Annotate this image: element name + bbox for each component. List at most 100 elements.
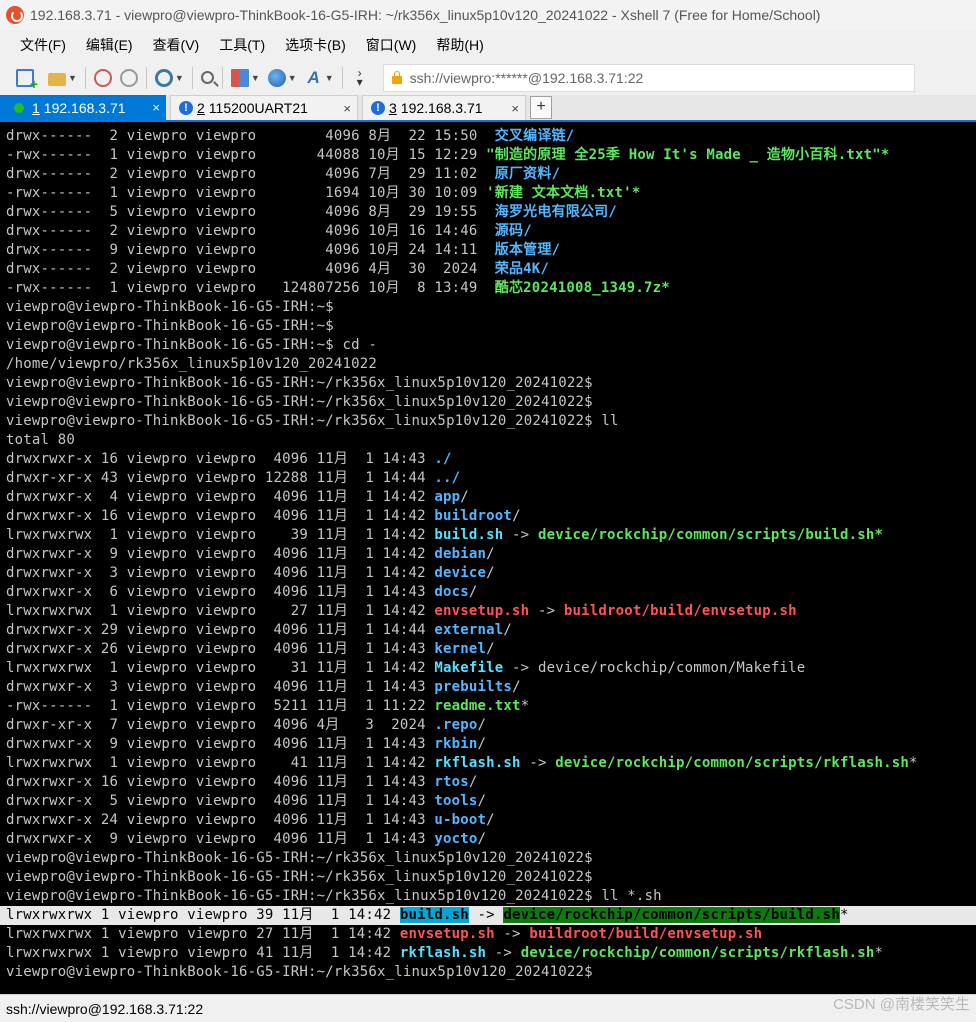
globe-icon: [267, 68, 286, 87]
new-session-button[interactable]: [16, 66, 38, 91]
tab-number: 2: [197, 100, 205, 116]
terminal-line: drwx------ 2 viewpro viewpro 4096 4月 30 …: [6, 261, 550, 277]
terminal-line: lrwxrwxrwx 1 viewpro viewpro 27 11月 1 14…: [6, 926, 763, 942]
terminal-line: drwxrwxr-x 5 viewpro viewpro 4096 11月 1 …: [6, 793, 487, 809]
terminal-line: drwxrwxr-x 24 viewpro viewpro 4096 11月 1…: [6, 812, 495, 828]
terminal-line: drwxrwxr-x 16 viewpro viewpro 4096 11月 1…: [6, 508, 521, 524]
menu-window[interactable]: 窗口(W): [358, 35, 425, 55]
terminal-line: viewpro@viewpro-ThinkBook-16-G5-IRH:~$: [6, 299, 334, 315]
warning-icon: !: [179, 101, 193, 115]
search-icon: [200, 71, 214, 84]
terminal-line: lrwxrwxrwx 1 viewpro viewpro 41 11月 1 14…: [6, 755, 918, 771]
xshell-app-icon: [6, 6, 24, 24]
terminal-line: drwxrwxr-x 9 viewpro viewpro 4096 11月 1 …: [6, 831, 487, 847]
chevron-down-icon: ▼: [174, 72, 184, 83]
menu-tools[interactable]: 工具(T): [211, 35, 273, 55]
terminal-line: lrwxrwxrwx 1 viewpro viewpro 39 11月 1 14…: [6, 527, 884, 543]
terminal-line: viewpro@viewpro-ThinkBook-16-G5-IRH:~/rk…: [6, 888, 662, 904]
terminal-line: drwxrwxr-x 9 viewpro viewpro 4096 11月 1 …: [6, 736, 487, 752]
tab-session-1[interactable]: 1 192.168.3.71 ×: [0, 95, 166, 120]
terminal-line: viewpro@viewpro-ThinkBook-16-G5-IRH:~/rk…: [6, 869, 593, 885]
toolbar-divider: [221, 66, 223, 89]
status-connection-text: ssh://viewpro@192.168.3.71:22: [6, 1000, 204, 1017]
tab-label: 192.168.3.71: [400, 100, 483, 116]
lock-icon: [391, 70, 402, 84]
toolbar: ▼ ▼ ▼ ▼ A▼ ›▾ ssh://viewpro:******@192.1…: [0, 60, 976, 95]
warning-icon: !: [371, 101, 385, 115]
terminal-line: drwxr-xr-x 43 viewpro viewpro 12288 11月 …: [6, 470, 461, 486]
close-icon[interactable]: ×: [511, 101, 519, 116]
terminal-line: drwxrwxr-x 3 viewpro viewpro 4096 11月 1 …: [6, 679, 521, 695]
tab-session-3[interactable]: ! 3 192.168.3.71 ×: [362, 95, 526, 120]
status-bar: ssh://viewpro@192.168.3.71:22: [0, 994, 976, 1022]
toolbar-divider: [191, 66, 193, 89]
terminal-line: viewpro@viewpro-ThinkBook-16-G5-IRH:~/rk…: [6, 413, 619, 429]
terminal-line: viewpro@viewpro-ThinkBook-16-G5-IRH:~$: [6, 318, 334, 334]
terminal-line: viewpro@viewpro-ThinkBook-16-G5-IRH:~/rk…: [6, 964, 593, 980]
terminal-line: lrwxrwxrwx 1 viewpro viewpro 31 11月 1 14…: [6, 660, 806, 676]
menu-edit[interactable]: 编辑(E): [78, 35, 141, 55]
properties-button[interactable]: ▼: [154, 66, 184, 90]
font-button[interactable]: A ▼: [305, 66, 334, 90]
menu-help[interactable]: 帮助(H): [428, 35, 491, 55]
terminal-line: drwxrwxr-x 16 viewpro viewpro 4096 11月 1…: [6, 774, 478, 790]
tab-label: 115200UART21: [208, 100, 308, 116]
terminal-line: drwx------ 2 viewpro viewpro 4096 8月 22 …: [6, 128, 575, 144]
chevron-down-icon: ▼: [68, 72, 77, 83]
menu-tabs[interactable]: 选项卡(B): [277, 35, 354, 55]
chevron-down-icon: ▼: [287, 72, 297, 83]
window-title: 192.168.3.71 - viewpro@viewpro-ThinkBook…: [30, 7, 821, 23]
connected-status-icon: [14, 102, 24, 113]
tab-bar: 1 192.168.3.71 × ! 2 115200UART21 × ! 3 …: [0, 95, 976, 122]
title-bar: 192.168.3.71 - viewpro@viewpro-ThinkBook…: [0, 0, 976, 30]
menu-bar: 文件(F) 编辑(E) 查看(V) 工具(T) 选项卡(B) 窗口(W) 帮助(…: [0, 30, 976, 60]
terminal-line: drwxrwxr-x 4 viewpro viewpro 4096 11月 1 …: [6, 489, 469, 505]
terminal-line-selected: lrwxrwxrwx 1 viewpro viewpro 39 11月 1 14…: [6, 907, 849, 923]
address-bar[interactable]: ssh://viewpro:******@192.168.3.71:22: [382, 63, 915, 92]
open-folder-button[interactable]: ▼: [48, 66, 77, 90]
terminal-line: drwxr-xr-x 7 viewpro viewpro 4096 4月 3 2…: [6, 717, 487, 733]
terminal-line: -rwx------ 1 viewpro viewpro 124807256 1…: [6, 280, 670, 296]
gear-icon: [154, 68, 173, 87]
menu-file[interactable]: 文件(F): [12, 35, 74, 55]
tab-number: 3: [389, 100, 397, 116]
reconnect-button[interactable]: [93, 66, 112, 90]
terminal-line: lrwxrwxrwx 1 viewpro viewpro 41 11月 1 14…: [6, 945, 884, 961]
terminal-line: drwxrwxr-x 29 viewpro viewpro 4096 11月 1…: [6, 622, 513, 638]
terminal-line: -rwx------ 1 viewpro viewpro 5211 11月 1 …: [6, 698, 530, 714]
toolbar-divider: [84, 66, 86, 89]
terminal-line: viewpro@viewpro-ThinkBook-16-G5-IRH:~/rk…: [6, 394, 593, 410]
globe-button[interactable]: ▼: [267, 66, 297, 90]
terminal-line: drwxrwxr-x 16 viewpro viewpro 4096 11月 1…: [6, 451, 452, 467]
tab-underline: [0, 120, 976, 122]
terminal-line: drwx------ 9 viewpro viewpro 4096 10月 24…: [6, 242, 561, 258]
chevron-down-icon: ▼: [324, 72, 334, 83]
font-icon: A: [307, 67, 320, 87]
toolbar-divider: [145, 66, 147, 89]
terminal-line: drwx------ 2 viewpro viewpro 4096 7月 29 …: [6, 166, 561, 182]
terminal-output[interactable]: drwx------ 2 viewpro viewpro 4096 8月 22 …: [0, 124, 976, 994]
reconnect-icon: [93, 68, 112, 87]
toolbar-divider: [341, 66, 343, 89]
disconnect-icon: [119, 68, 138, 87]
menu-view[interactable]: 查看(V): [145, 35, 208, 55]
layout-icon: [230, 68, 249, 87]
close-icon[interactable]: ×: [152, 100, 160, 115]
close-icon[interactable]: ×: [343, 101, 351, 116]
terminal-line: drwx------ 5 viewpro viewpro 4096 8月 29 …: [6, 204, 618, 220]
more-toolbar-button[interactable]: › ▾: [351, 66, 369, 90]
terminal-line: -rwx------ 1 viewpro viewpro 1694 10月 30…: [6, 185, 641, 201]
new-session-icon: [16, 68, 38, 91]
folder-icon: [48, 73, 66, 86]
terminal-line: viewpro@viewpro-ThinkBook-16-G5-IRH:~/rk…: [6, 850, 593, 866]
layout-button[interactable]: ▼: [230, 66, 260, 90]
tab-session-2[interactable]: ! 2 115200UART21 ×: [170, 95, 358, 120]
terminal-line: drwxrwxr-x 6 viewpro viewpro 4096 11月 1 …: [6, 584, 478, 600]
terminal-line: viewpro@viewpro-ThinkBook-16-G5-IRH:~$ c…: [6, 337, 378, 353]
find-button[interactable]: [200, 66, 214, 90]
terminal-line: drwxrwxr-x 3 viewpro viewpro 4096 11月 1 …: [6, 565, 495, 581]
add-tab-button[interactable]: +: [530, 96, 552, 119]
disconnect-button[interactable]: [119, 66, 138, 90]
terminal-line: /home/viewpro/rk356x_linux5p10v120_20241…: [6, 356, 378, 372]
watermark: CSDN @南楼笑笑生: [833, 996, 970, 1013]
